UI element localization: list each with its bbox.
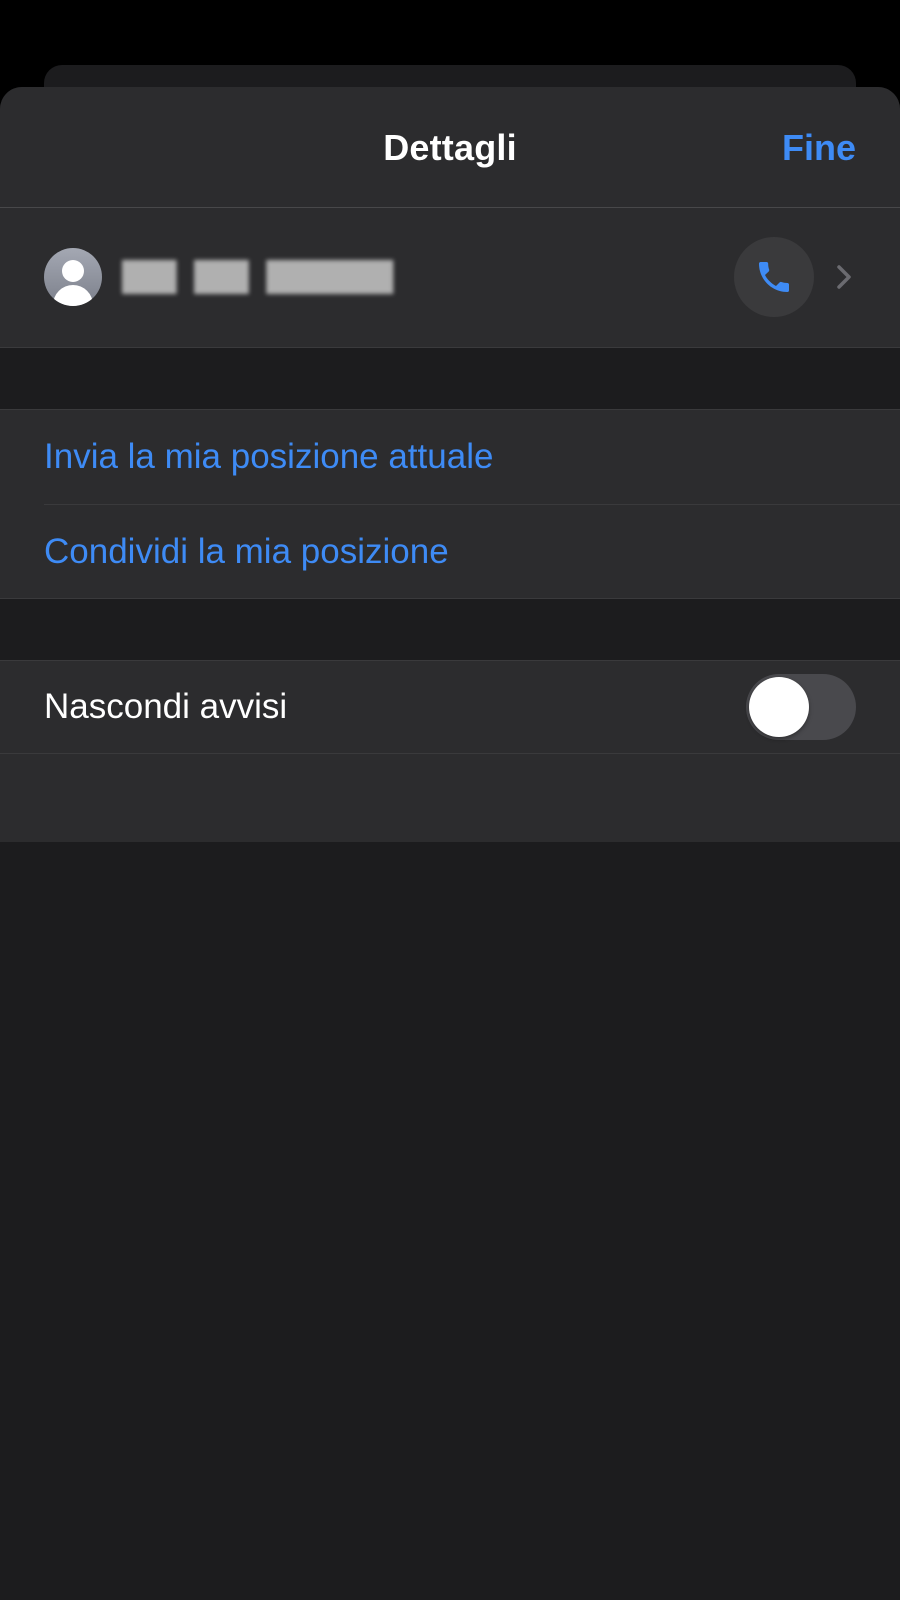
contact-row[interactable]: ███ ███ ███████ [0, 208, 900, 348]
done-button[interactable]: Fine [782, 127, 856, 169]
phone-icon [759, 262, 789, 292]
person-placeholder-icon [44, 248, 102, 306]
share-location-button[interactable]: Condividi la mia posizione [44, 505, 900, 599]
send-current-location-button[interactable]: Invia la mia posizione attuale [44, 410, 900, 504]
hide-alerts-toggle[interactable] [746, 674, 856, 740]
toggle-knob [749, 677, 809, 737]
chevron-right-icon [837, 265, 851, 289]
hide-alerts-label: Nascondi avvisi [44, 687, 288, 726]
sheet-footer-area [0, 754, 900, 842]
call-button[interactable] [734, 237, 814, 317]
contact-name-redacted: ███ ███ ███████ [122, 260, 393, 294]
navigation-bar: Dettagli Fine [0, 87, 900, 208]
details-sheet: Dettagli Fine ███ ███ ███████ Invia la m… [0, 87, 900, 1600]
page-title: Dettagli [383, 127, 517, 168]
location-actions-group: Invia la mia posizione attuale Condividi… [0, 409, 900, 599]
hide-alerts-row: Nascondi avvisi [0, 660, 900, 754]
